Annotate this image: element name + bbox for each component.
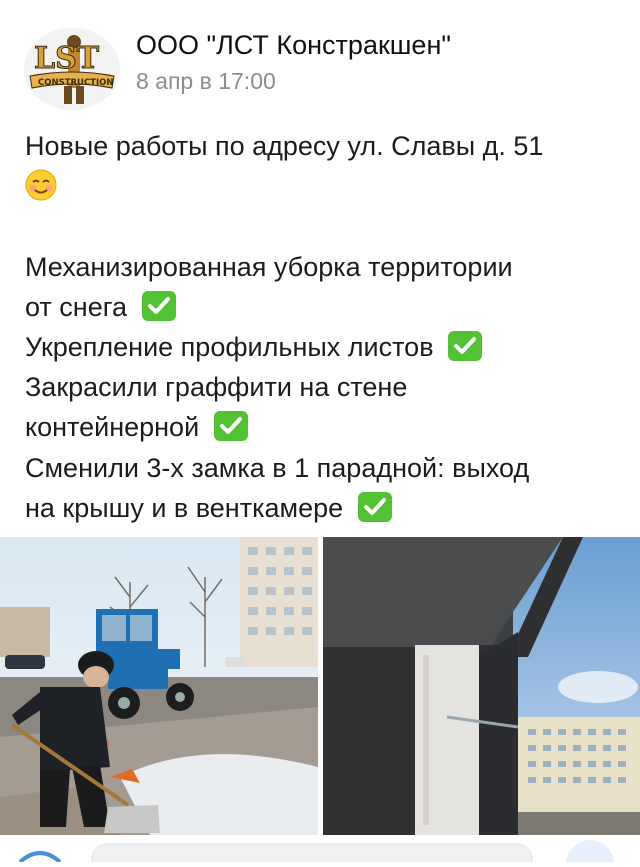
author-name[interactable]: ООО "ЛСТ Констракшен" [136, 30, 451, 61]
post-line: Сменили 3-х замка в 1 парадной: выход [25, 452, 530, 483]
post-line: Укрепление профильных листов [25, 327, 625, 367]
post-line: от снега [25, 287, 625, 327]
company-logo: LST CONSTRUCTION [24, 28, 120, 110]
post-line: на крышу и в венткамере [25, 488, 625, 528]
send-icon [566, 840, 614, 867]
post-line: Закрасили граффити на стене [25, 372, 408, 403]
post-line: Новые работы по адресу ул. Славы д. 51 [25, 131, 544, 161]
post-date[interactable]: 8 апр в 17:00 [136, 68, 276, 95]
comment-bar [0, 840, 640, 867]
comment-input [91, 843, 533, 867]
author-avatar[interactable]: LST CONSTRUCTION [24, 28, 120, 110]
logo-text: LST [34, 41, 100, 76]
photo-snow-cleaning[interactable] [0, 537, 318, 835]
post-line: контейнерной [25, 407, 625, 447]
photo-profile-sheets[interactable] [323, 537, 640, 835]
post-header: LST CONSTRUCTION ООО "ЛСТ Констракшен" 8… [0, 0, 640, 120]
check-mark-icon [448, 330, 483, 361]
post-line-empty [25, 206, 625, 246]
check-mark-icon [213, 411, 248, 442]
post-line: Механизированная уборка территории [25, 251, 513, 282]
check-mark-icon [141, 290, 176, 321]
check-mark-icon [357, 491, 392, 522]
photo-gallery [0, 537, 640, 835]
post-text: Новые работы по адресу ул. Славы д. 51 М… [25, 126, 625, 528]
post-line [25, 166, 625, 206]
logo-subtext: CONSTRUCTION [38, 78, 113, 88]
smiling-face-icon [25, 169, 57, 201]
user-avatar-icon [18, 851, 62, 864]
